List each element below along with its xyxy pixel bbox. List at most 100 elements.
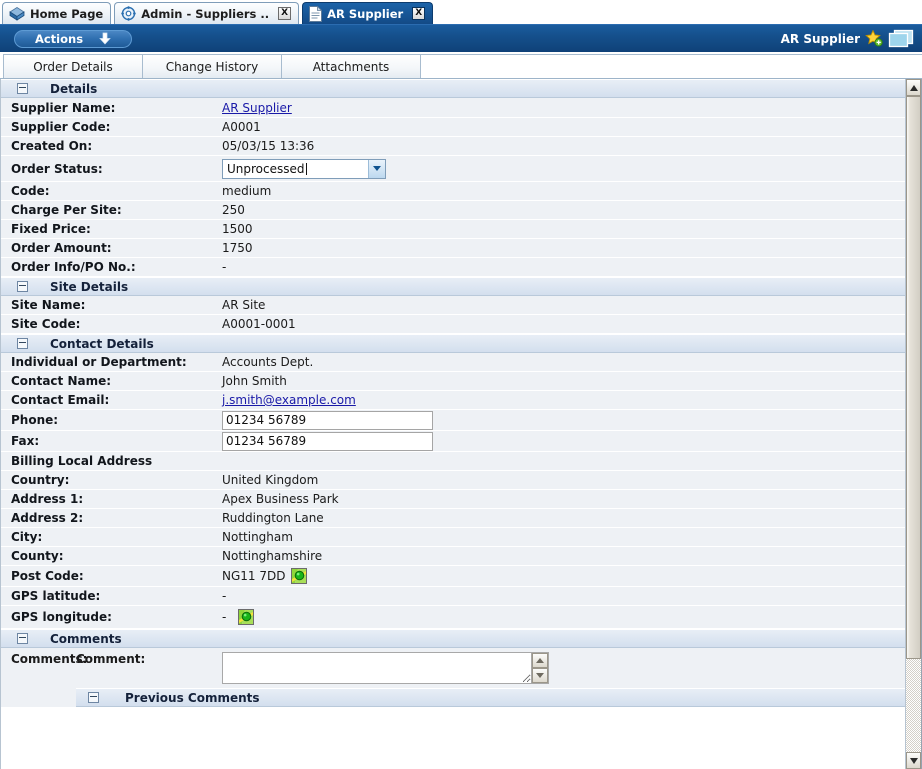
document-icon: [309, 6, 322, 22]
scroll-down-button[interactable]: [906, 752, 921, 769]
scrollbar-thumb[interactable]: [906, 96, 921, 659]
actions-button-label: Actions: [35, 32, 83, 46]
field-value: Nottingham: [222, 530, 905, 544]
order-details-form: Details Supplier Name: AR Supplier Suppl…: [0, 79, 905, 769]
field-row-contact-name: Contact Name: John Smith: [1, 372, 905, 391]
tab-order-details[interactable]: Order Details: [3, 54, 143, 78]
map-location-icon[interactable]: [238, 609, 254, 625]
collapse-icon[interactable]: [17, 281, 28, 292]
form-tab-bar: Order Details Change History Attachments: [0, 52, 922, 79]
order-status-select[interactable]: Unprocessed: [222, 159, 386, 179]
chevron-down-icon[interactable]: [368, 160, 385, 178]
collapse-icon[interactable]: [17, 83, 28, 94]
field-row-order-status: Order Status: Unprocessed: [1, 156, 905, 182]
tab-label: Attachments: [313, 60, 390, 74]
field-row-charge-per-site: Charge Per Site: 250: [1, 201, 905, 220]
browser-tab-label: Home Page: [30, 7, 103, 21]
map-location-icon[interactable]: [291, 568, 307, 584]
browser-tab-home-page[interactable]: Home Page: [2, 2, 111, 24]
field-label: Supplier Code:: [1, 120, 222, 134]
section-title: Previous Comments: [125, 691, 260, 705]
field-value: A0001-0001: [222, 317, 905, 331]
browser-tab-strip: Home Page Admin - Suppliers .. X: [0, 0, 922, 24]
comment-textarea-scrollbar[interactable]: [532, 652, 549, 684]
field-row-fax: Fax:: [1, 431, 905, 452]
field-value: -: [222, 609, 905, 625]
field-row-county: County: Nottinghamshire: [1, 547, 905, 566]
browser-tab-ar-supplier[interactable]: AR Supplier X: [302, 2, 433, 24]
field-row-site-name: Site Name: AR Site: [1, 296, 905, 315]
comment-textarea-group: [222, 652, 549, 684]
home-icon: [9, 6, 25, 21]
browser-tab-close-button[interactable]: X: [278, 7, 291, 20]
field-row-billing-local-address: Billing Local Address: [1, 452, 905, 471]
field-value: 250: [222, 203, 905, 217]
field-row-order-info-po-no: Order Info/PO No.: -: [1, 258, 905, 277]
scrollbar-track[interactable]: [906, 96, 921, 752]
browser-tab-label: Admin - Suppliers ..: [141, 7, 269, 21]
field-label: Order Status:: [1, 162, 222, 176]
phone-input[interactable]: [222, 411, 433, 430]
gps-longitude-value: -: [222, 610, 226, 624]
scroll-up-button[interactable]: [906, 79, 921, 96]
field-value: A0001: [222, 120, 905, 134]
comment-textarea[interactable]: [222, 652, 532, 684]
field-row-order-amount: Order Amount: 1750: [1, 239, 905, 258]
section-header-contact-details[interactable]: Contact Details: [1, 334, 905, 353]
billing-address-subheading: Billing Local Address: [1, 454, 152, 468]
order-status-selected-value: Unprocessed: [223, 162, 368, 176]
browser-tab-admin-suppliers[interactable]: Admin - Suppliers .. X: [114, 2, 299, 24]
field-value: [222, 411, 905, 430]
tab-attachments[interactable]: Attachments: [281, 54, 421, 78]
field-value: Nottinghamshire: [222, 549, 905, 563]
field-label: Address 1:: [1, 492, 222, 506]
favorite-star-icon[interactable]: [865, 30, 883, 47]
comments-field-block: Comments: Comment: Previous Comments: [1, 648, 905, 708]
field-label: City:: [1, 530, 222, 544]
field-value: United Kingdom: [222, 473, 905, 487]
field-value: AR Supplier: [222, 101, 905, 115]
collapse-icon[interactable]: [17, 633, 28, 644]
window-restore-icon[interactable]: [888, 29, 914, 48]
scroll-up-button[interactable]: [532, 653, 548, 668]
browser-tab-close-button[interactable]: X: [412, 7, 425, 20]
supplier-name-link[interactable]: AR Supplier: [222, 101, 292, 115]
field-value: -: [222, 589, 905, 603]
section-header-previous-comments[interactable]: Previous Comments: [76, 688, 905, 707]
field-label: Site Code:: [1, 317, 222, 331]
field-label: Site Name:: [1, 298, 222, 312]
field-label: Fax:: [1, 434, 222, 448]
collapse-icon[interactable]: [88, 692, 99, 703]
actions-button[interactable]: Actions: [14, 30, 132, 48]
collapse-icon[interactable]: [17, 338, 28, 349]
field-row-contact-email: Contact Email: j.smith@example.com: [1, 391, 905, 410]
section-header-site-details[interactable]: Site Details: [1, 277, 905, 296]
section-title: Contact Details: [50, 337, 154, 351]
fax-input[interactable]: [222, 432, 433, 451]
field-value: 1750: [222, 241, 905, 255]
field-label: GPS longitude:: [1, 610, 222, 624]
comments-inner-block: Comment: Previous Comments: [76, 648, 905, 707]
tab-change-history[interactable]: Change History: [142, 54, 282, 78]
field-row-address-1: Address 1: Apex Business Park: [1, 490, 905, 509]
section-header-comments[interactable]: Comments: [1, 629, 905, 648]
section-header-details[interactable]: Details: [1, 79, 905, 98]
field-label: Order Amount:: [1, 241, 222, 255]
field-label: Fixed Price:: [1, 222, 222, 236]
field-value: Accounts Dept.: [222, 355, 905, 369]
field-row-supplier-code: Supplier Code: A0001: [1, 118, 905, 137]
field-value: Apex Business Park: [222, 492, 905, 506]
form-vertical-scrollbar[interactable]: [905, 79, 922, 769]
field-label: Individual or Department:: [1, 355, 222, 369]
field-row-gps-longitude: GPS longitude: -: [1, 606, 905, 629]
tab-label: Order Details: [33, 60, 113, 74]
field-value: medium: [222, 184, 905, 198]
contact-email-link[interactable]: j.smith@example.com: [222, 393, 356, 407]
appbar-right-group: AR Supplier: [781, 29, 914, 48]
field-label: Country:: [1, 473, 222, 487]
scroll-down-button[interactable]: [532, 668, 548, 683]
field-row-gps-latitude: GPS latitude: -: [1, 587, 905, 606]
field-label: Address 2:: [1, 511, 222, 525]
field-row-post-code: Post Code: NG11 7DD: [1, 566, 905, 587]
field-value: 05/03/15 13:36: [222, 139, 905, 153]
